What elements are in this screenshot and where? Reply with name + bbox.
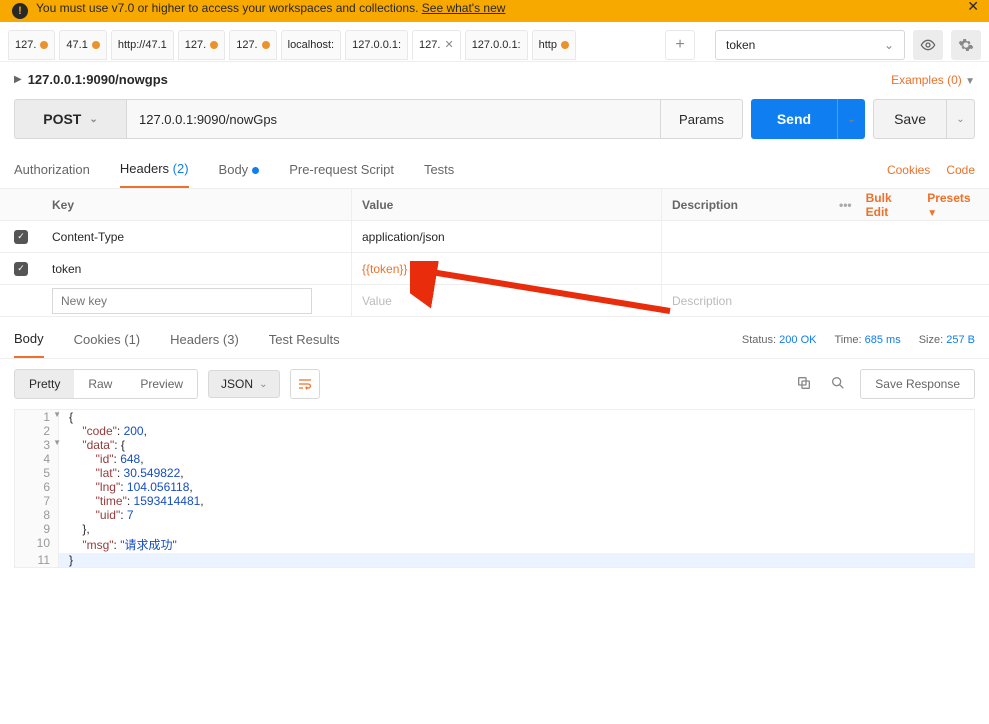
chevron-down-icon: ⌄	[884, 38, 894, 52]
header-value[interactable]: {{token}}	[352, 253, 662, 284]
wrap-lines-button[interactable]	[290, 369, 320, 399]
send-dropdown[interactable]: ⌄	[837, 99, 865, 139]
request-tab[interactable]: 127.0.0.1:	[465, 30, 528, 60]
row-checkbox[interactable]: ✓	[14, 262, 28, 276]
top-row: 127.47.1http://47.1127.127.localhost:127…	[0, 22, 989, 62]
warning-icon: !	[12, 3, 28, 19]
tab-tests[interactable]: Tests	[424, 152, 454, 187]
tab-authorization[interactable]: Authorization	[14, 152, 90, 187]
resp-tab-test-results[interactable]: Test Results	[269, 322, 340, 357]
save-button[interactable]: Save	[873, 99, 947, 139]
url-input[interactable]: 127.0.0.1:9090/nowGps	[126, 99, 661, 139]
header-key[interactable]: token	[42, 253, 352, 284]
header-desc[interactable]	[662, 221, 989, 252]
status-value: 200 OK	[779, 334, 816, 346]
header-key[interactable]: Content-Type	[42, 221, 352, 252]
environment-selector[interactable]: token ⌄	[715, 30, 905, 60]
banner-close-icon[interactable]: ✕	[967, 0, 979, 15]
close-icon[interactable]: ✕	[444, 38, 453, 51]
environment-selected: token	[726, 38, 755, 52]
view-raw[interactable]: Raw	[74, 370, 126, 398]
request-title-row: ▶ 127.0.0.1:9090/nowgps Examples (0) ▼	[0, 62, 989, 91]
tab-body[interactable]: Body	[219, 152, 260, 187]
save-dropdown[interactable]: ⌄	[947, 99, 975, 139]
modified-dot-icon	[561, 41, 569, 49]
save-response-button[interactable]: Save Response	[860, 369, 975, 399]
header-row[interactable]: ✓ token{{token}}	[0, 253, 989, 285]
time-value: 685 ms	[865, 334, 901, 346]
bulk-edit-link[interactable]: Bulk Edit	[866, 191, 914, 219]
col-description: Description	[662, 189, 829, 220]
new-key-input[interactable]	[52, 288, 312, 314]
header-value[interactable]: application/json	[352, 221, 662, 252]
new-desc-ph[interactable]: Description	[672, 294, 732, 308]
request-tab[interactable]: 47.1	[59, 30, 106, 60]
request-tab[interactable]: 127.0.0.1:	[345, 30, 408, 60]
row-checkbox[interactable]: ✓	[14, 230, 28, 244]
search-icon[interactable]	[826, 375, 850, 394]
modified-dot-icon	[210, 41, 218, 49]
headers-table: Key Value Description ••• Bulk Edit Pres…	[0, 189, 989, 317]
response-subtabs: Body Cookies (1) Headers (3) Test Result…	[0, 321, 989, 359]
request-tab[interactable]: localhost:	[281, 30, 341, 60]
tab-headers[interactable]: Headers (2)	[120, 151, 189, 188]
copy-icon[interactable]	[792, 375, 816, 394]
params-button[interactable]: Params	[661, 99, 743, 139]
resp-tab-cookies[interactable]: Cookies (1)	[74, 322, 140, 357]
view-pretty[interactable]: Pretty	[15, 370, 74, 398]
expand-caret-icon[interactable]: ▶	[14, 74, 22, 85]
presets-dropdown[interactable]: Presets ▼	[927, 191, 979, 219]
body-modified-dot	[252, 167, 259, 174]
request-tab[interactable]: 127.	[229, 30, 276, 60]
request-tab[interactable]: http://47.1	[111, 30, 174, 60]
format-selector[interactable]: JSON⌄	[208, 370, 280, 398]
resp-tab-headers[interactable]: Headers (3)	[170, 322, 239, 357]
header-desc[interactable]	[662, 253, 989, 284]
request-subtabs: Authorization Headers (2) Body Pre-reque…	[0, 151, 989, 189]
more-icon[interactable]: •••	[839, 198, 852, 212]
cookies-link[interactable]: Cookies	[887, 163, 930, 177]
col-key: Key	[42, 189, 352, 220]
request-tab[interactable]: http	[532, 30, 576, 60]
add-tab-button[interactable]: +	[665, 30, 695, 60]
request-tab[interactable]: 127.✕	[412, 30, 461, 60]
settings-icon[interactable]	[951, 30, 981, 60]
modified-dot-icon	[92, 41, 100, 49]
banner-text: You must use v7.0 or higher to access yo…	[36, 1, 422, 15]
code-link[interactable]: Code	[946, 163, 975, 177]
modified-dot-icon	[262, 41, 270, 49]
tab-strip: 127.47.1http://47.1127.127.localhost:127…	[8, 30, 665, 60]
method-selector[interactable]: POST⌄	[14, 99, 126, 139]
view-preview[interactable]: Preview	[126, 370, 197, 398]
new-value-ph[interactable]: Value	[362, 294, 392, 308]
request-title: 127.0.0.1:9090/nowgps	[28, 72, 168, 87]
banner-link[interactable]: See what's new	[422, 1, 506, 15]
size-value: 257 B	[946, 334, 975, 346]
resp-tab-body[interactable]: Body	[14, 321, 44, 358]
request-tab[interactable]: 127.	[8, 30, 55, 60]
view-mode-segment: Pretty Raw Preview	[14, 369, 198, 399]
url-bar: POST⌄ 127.0.0.1:9090/nowGps Params Send …	[0, 91, 989, 151]
examples-dropdown[interactable]: Examples (0) ▼	[891, 73, 975, 87]
response-body-viewer[interactable]: 1▼{2 "code": 200,3▼ "data": {4 "id": 648…	[14, 409, 975, 568]
header-row[interactable]: ✓ Content-Typeapplication/json	[0, 221, 989, 253]
col-value: Value	[352, 189, 662, 220]
send-button[interactable]: Send	[751, 99, 837, 139]
tab-prerequest[interactable]: Pre-request Script	[289, 152, 394, 187]
modified-dot-icon	[40, 41, 48, 49]
env-quicklook-icon[interactable]	[913, 30, 943, 60]
request-tab[interactable]: 127.	[178, 30, 225, 60]
upgrade-banner: ! You must use v7.0 or higher to access …	[0, 0, 989, 22]
response-toolbar: Pretty Raw Preview JSON⌄ Save Response	[0, 359, 989, 409]
